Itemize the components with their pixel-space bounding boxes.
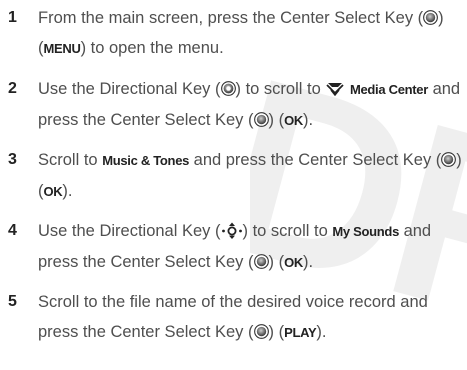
center-select-key-icon bbox=[423, 10, 439, 25]
step-text: Scroll to Music & Tones and press the Ce… bbox=[38, 151, 462, 200]
step-number: 2 bbox=[8, 80, 17, 97]
step-number: 3 bbox=[8, 151, 17, 168]
key-label-ok: OK bbox=[43, 184, 63, 199]
step-number: 1 bbox=[8, 9, 17, 26]
key-label-my-sounds: My Sounds bbox=[332, 224, 399, 239]
step-text: From the main screen, press the Center S… bbox=[38, 9, 444, 57]
key-label-media-center: Media Center bbox=[349, 82, 428, 97]
directional-arrows-icon bbox=[221, 222, 242, 239]
key-label-music-tones: Music & Tones bbox=[102, 153, 190, 168]
key-label-ok: OK bbox=[284, 255, 303, 270]
media-center-icon bbox=[326, 83, 344, 96]
key-label-ok: OK bbox=[284, 113, 303, 128]
step-text: Use the Directional Key () to scroll to … bbox=[38, 80, 461, 129]
center-select-key-icon bbox=[253, 254, 269, 269]
step-number: 5 bbox=[8, 293, 17, 310]
step-number: 4 bbox=[8, 222, 17, 239]
key-label-menu: MENU bbox=[43, 41, 81, 56]
directional-key-icon bbox=[220, 81, 236, 96]
center-select-key-icon bbox=[441, 152, 457, 167]
center-select-key-icon bbox=[253, 324, 269, 339]
step-text: Scroll to the file name of the desired v… bbox=[38, 293, 428, 341]
key-label-play: PLAY bbox=[284, 325, 317, 340]
step-text: Use the Directional Key () to scroll to … bbox=[38, 222, 432, 271]
center-select-key-icon bbox=[253, 112, 269, 127]
